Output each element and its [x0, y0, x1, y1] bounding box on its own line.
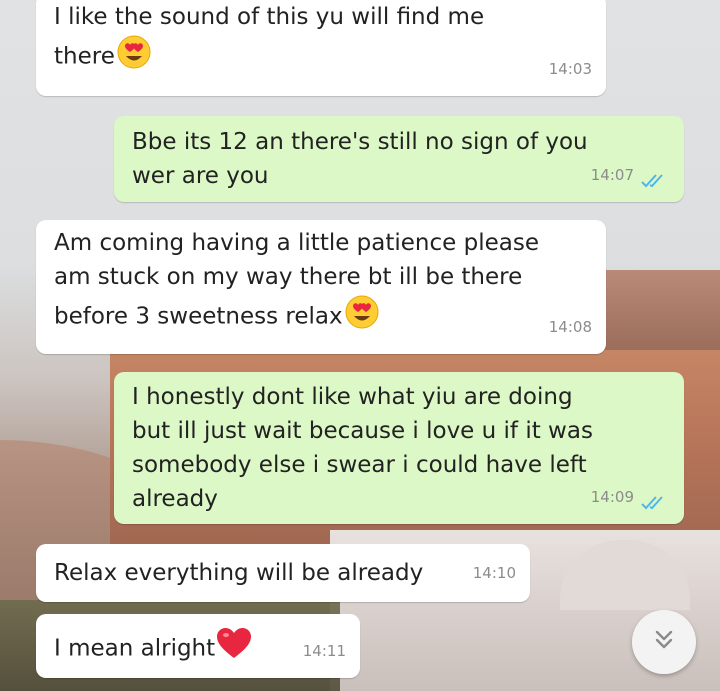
message-meta: 14:03 [549, 52, 592, 86]
double-chevron-down-icon [650, 626, 678, 658]
message-meta: 14:10 [473, 556, 516, 590]
red-heart-emoji-icon [216, 627, 252, 671]
message-bubble-incoming[interactable]: Relax everything will be already 14:10 [36, 544, 530, 602]
message-bubble-incoming[interactable]: I like the sound of this yu will find me… [36, 0, 606, 96]
message-timestamp: 14:03 [548, 60, 592, 78]
message-timestamp: 14:09 [590, 488, 634, 506]
double-check-read-icon [640, 489, 670, 510]
wallpaper-fort-tower [600, 270, 720, 350]
message-text: I honestly dont like what yiu are doing … [132, 384, 593, 512]
message-meta: 14:11 [303, 634, 346, 668]
message-timestamp: 14:10 [472, 564, 516, 582]
double-check-read-icon [640, 167, 670, 188]
message-meta: 14:07 [591, 158, 670, 192]
message-bubble-outgoing[interactable]: I honestly dont like what yiu are doing … [114, 372, 684, 524]
message-timestamp: 14:07 [590, 166, 634, 184]
message-text: I mean alright [54, 627, 252, 671]
message-bubble-incoming[interactable]: I mean alright 14:11 [36, 614, 360, 678]
message-text: Bbe its 12 an there's still no sign of y… [132, 129, 588, 189]
message-timestamp: 14:11 [302, 642, 346, 660]
message-text: Am coming having a little patience pleas… [54, 226, 539, 340]
message-meta: 14:09 [591, 480, 670, 514]
message-bubble-outgoing[interactable]: Bbe its 12 an there's still no sign of y… [114, 116, 684, 202]
message-bubble-incoming[interactable]: Am coming having a little patience pleas… [36, 220, 606, 354]
heart-eyes-emoji-icon [344, 294, 380, 340]
heart-eyes-emoji-icon [116, 34, 152, 80]
message-text: Relax everything will be already [54, 560, 424, 586]
message-text: I like the sound of this yu will find me… [54, 0, 484, 80]
scroll-to-bottom-button[interactable] [632, 610, 696, 674]
message-timestamp: 14:08 [548, 318, 592, 336]
message-meta: 14:08 [549, 310, 592, 344]
